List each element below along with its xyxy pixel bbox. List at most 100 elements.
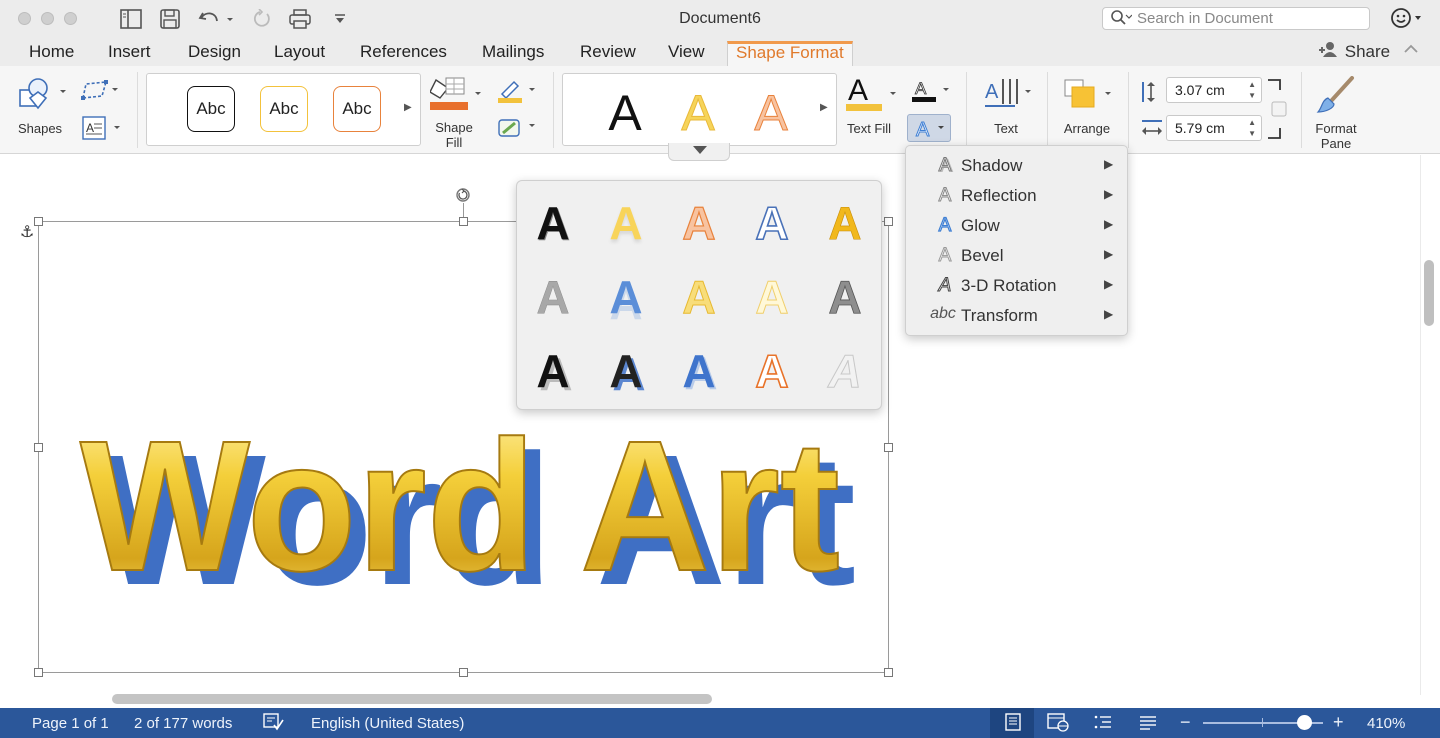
zoom-level[interactable]: 410% [1367,715,1405,732]
customize-toolbar-icon[interactable] [334,9,346,29]
text-label: Text [994,121,1018,136]
resize-handle-top-right[interactable] [884,217,893,226]
save-icon[interactable] [160,9,180,29]
menu-item-3d-rotation[interactable]: A 3-D Rotation ▶ [906,271,1129,301]
gallery-style-light-gold[interactable]: A [742,267,802,327]
shape-height-input[interactable]: 3.07 cm ▲ ▼ [1166,77,1262,103]
ribbon-separator [137,72,138,148]
resize-handle-top-left[interactable] [34,217,43,226]
page-count[interactable]: Page 1 of 1 [32,715,109,732]
text-direction-icon[interactable]: A [985,76,1035,119]
undo-icon[interactable] [198,9,234,29]
text-effects-button[interactable]: A [907,114,951,142]
gallery-style-silver[interactable]: A [815,341,875,401]
lock-aspect-ratio-icon[interactable] [1266,78,1290,145]
tab-shape-format[interactable]: Shape Format [727,41,853,66]
zoom-out-button[interactable]: − [1180,712,1191,733]
gallery-style-gray[interactable]: A [523,267,583,327]
menu-item-shadow[interactable]: A Shadow ▶ [906,151,1129,181]
gallery-style-orange-hollow[interactable]: A [742,341,802,401]
vertical-scrollbar[interactable] [1420,155,1440,695]
shape-style-gold-outline[interactable]: Abc [260,86,308,132]
share-button[interactable]: Share [1318,41,1390,62]
draft-view-icon[interactable] [1137,712,1159,734]
gallery-style-black-blue-shadow[interactable]: A [596,341,656,401]
gallery-style-blue-outline[interactable]: A [742,193,802,253]
text-fill-icon[interactable]: A [844,74,900,119]
wordart-text[interactable]: Word Art Word Art [70,408,870,598]
horizontal-scrollbar-thumb[interactable] [112,694,712,704]
gallery-expand-tab[interactable] [668,143,730,161]
gallery-more-arrow-icon[interactable]: ▶ [404,102,412,113]
wordart-gold-layer: Word Art [80,408,840,598]
zoom-slider-knob[interactable] [1297,715,1312,730]
resize-handle-left[interactable] [34,443,43,452]
shape-style-black-outline[interactable]: Abc [187,86,235,132]
zoom-in-button[interactable]: + [1333,712,1344,733]
close-window-button[interactable] [18,12,31,25]
word-count[interactable]: 2 of 177 words [134,715,232,732]
gallery-style-gold[interactable]: A [596,193,656,253]
edit-shape-icon[interactable] [80,80,120,107]
resize-handle-right[interactable] [884,443,893,452]
gallery-style-gold-solid[interactable]: A [815,193,875,253]
zoom-window-button[interactable] [64,12,77,25]
print-icon[interactable] [289,9,311,29]
text-box-icon[interactable]: A [80,114,122,147]
wordart-style-black[interactable]: A [605,84,645,138]
shape-effects-icon[interactable] [496,116,540,145]
ribbon-separator [1301,72,1302,148]
gallery-style-yellow-bevel[interactable]: A [669,267,729,327]
shape-outline-icon[interactable] [496,80,540,109]
wordart-style-gold[interactable]: A [678,84,718,139]
redo-icon[interactable] [252,9,272,29]
shape-styles-gallery[interactable]: Abc Abc Abc ▶ [146,73,421,146]
document-language[interactable]: English (United States) [311,715,464,732]
gallery-style-blue-shadow[interactable]: A [669,341,729,401]
gallery-style-black-shadow[interactable]: A [523,341,583,401]
tab-mailings[interactable]: Mailings [474,41,552,66]
resize-handle-bottom-left[interactable] [34,668,43,677]
tab-review[interactable]: Review [572,41,644,66]
minimize-window-button[interactable] [41,12,54,25]
shape-width-input[interactable]: 5.79 cm ▲ ▼ [1166,115,1262,141]
stepper-arrows-icon[interactable]: ▲ ▼ [1248,79,1256,101]
tab-view[interactable]: View [660,41,713,66]
format-pane-brush-icon[interactable] [1316,76,1358,121]
gallery-style-orange-outline[interactable]: A [669,193,729,253]
tab-references[interactable]: References [352,41,455,66]
shapes-icon[interactable] [18,76,68,117]
menu-item-bevel[interactable]: A Bevel ▶ [906,241,1129,271]
arrange-icon[interactable] [1063,78,1115,117]
web-layout-icon[interactable] [1046,712,1070,734]
text-outline-icon[interactable]: A [910,78,956,109]
tab-home[interactable]: Home [21,41,82,66]
wordart-styles-gallery[interactable]: A A A ▶ [562,73,837,146]
collapse-ribbon-icon[interactable] [1404,41,1418,59]
search-input[interactable]: Search in Document [1102,7,1370,30]
stepper-arrows-icon[interactable]: ▲ ▼ [1248,117,1256,139]
print-layout-icon[interactable] [1002,712,1024,734]
gallery-style-dark-gray[interactable]: A [815,267,875,327]
sidebar-toggle-icon[interactable] [120,9,142,29]
proofing-icon[interactable] [262,712,284,734]
menu-item-reflection[interactable]: A Reflection ▶ [906,181,1129,211]
outline-view-icon[interactable] [1092,712,1114,734]
gallery-style-black[interactable]: A [523,193,583,253]
resize-handle-bottom[interactable] [459,668,468,677]
tab-design[interactable]: Design [180,41,249,66]
resize-handle-top[interactable] [459,217,468,226]
wordart-style-orange[interactable]: A [751,84,791,139]
feedback-smiley-icon[interactable] [1391,7,1423,35]
shape-style-orange-outline[interactable]: Abc [333,86,381,132]
menu-item-transform[interactable]: abc Transform ▶ [906,301,1129,331]
menu-item-glow[interactable]: A Glow ▶ [906,211,1129,241]
resize-handle-bottom-right[interactable] [884,668,893,677]
gallery-style-blue-reflection[interactable]: A [596,267,656,327]
tab-layout[interactable]: Layout [266,41,333,66]
vertical-scrollbar-thumb[interactable] [1424,260,1434,326]
tab-insert[interactable]: Insert [100,41,159,66]
bevel-icon: A [938,245,952,267]
gallery-more-arrow-icon[interactable]: ▶ [820,102,828,113]
shape-fill-icon[interactable] [429,76,484,117]
